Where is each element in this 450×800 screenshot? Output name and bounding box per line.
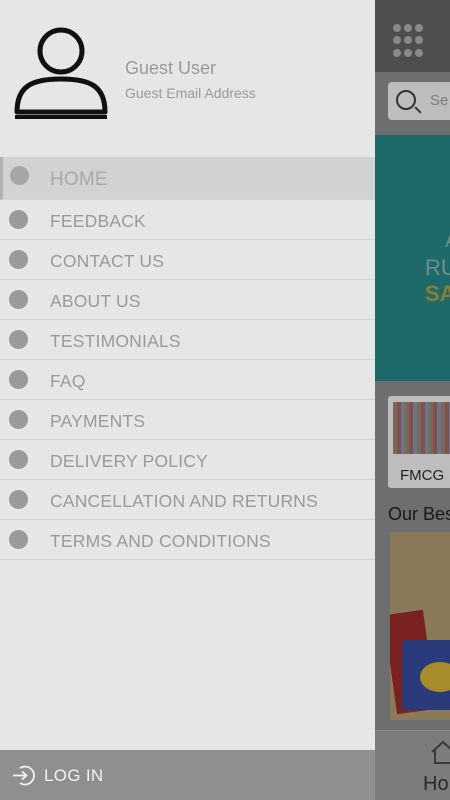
user-email: Guest Email Address [125, 85, 256, 101]
profile-header: Guest User Guest Email Address [0, 0, 375, 155]
menu-bullet-icon [9, 370, 28, 389]
banner-text-line1: RU [425, 255, 450, 280]
banner-top-text: A [445, 230, 450, 253]
login-button[interactable]: LOG IN [0, 750, 375, 800]
menu-item-label: FEEDBACK [50, 211, 146, 231]
product-image[interactable] [390, 532, 450, 720]
navigation-drawer: Guest User Guest Email Address HOME FEED… [0, 0, 375, 800]
login-label: LOG IN [44, 766, 104, 785]
menu-bullet-icon [9, 490, 28, 509]
grid-menu-icon[interactable] [393, 24, 427, 58]
user-name: Guest User [125, 58, 217, 78]
menu-item-label: DELIVERY POLICY [50, 451, 208, 471]
menu-item-label: HOME [50, 169, 108, 190]
bottom-nav-home-label[interactable]: Ho [423, 773, 449, 796]
category-thumbnail [393, 402, 450, 454]
bottom-nav: Ho [375, 730, 450, 800]
search-icon [396, 90, 416, 110]
menu-item-faq[interactable]: FAQ [0, 360, 375, 400]
menu-item-delivery-policy[interactable]: DELIVERY POLICY [0, 440, 375, 480]
menu-item-label: CONTACT US [50, 251, 165, 271]
menu-item-home[interactable]: HOME [0, 157, 375, 200]
banner-text-line2: SAV [425, 281, 450, 306]
menu-item-label: TERMS AND CONDITIONS [50, 531, 271, 551]
menu-bullet-icon [9, 290, 28, 309]
home-icon[interactable] [430, 739, 450, 765]
menu-item-about-us[interactable]: ABOUT US [0, 280, 375, 320]
menu-item-feedback[interactable]: FEEDBACK [0, 200, 375, 240]
menu-item-label: FAQ [50, 371, 86, 391]
menu-item-cancellation-and-returns[interactable]: CANCELLATION AND RETURNS [0, 480, 375, 520]
promo-banner[interactable]: A RU SAV [375, 135, 450, 381]
category-label: FMCG [400, 467, 445, 484]
menu-bullet-icon [9, 210, 28, 229]
menu-item-terms-and-conditions[interactable]: TERMS AND CONDITIONS [0, 520, 375, 560]
search-placeholder: Se [430, 92, 449, 109]
menu-item-label: TESTIMONIALS [50, 331, 181, 351]
menu-bullet-icon [9, 410, 28, 429]
menu-bullet-icon [9, 530, 28, 549]
menu-item-label: CANCELLATION AND RETURNS [50, 491, 318, 511]
menu-item-label: ABOUT US [50, 291, 141, 311]
category-card-fmcg[interactable]: FMCG [388, 396, 450, 488]
avatar-icon [14, 27, 108, 119]
drawer-menu: HOME FEEDBACK CONTACT US ABOUT US TESTIM… [0, 157, 375, 560]
menu-item-testimonials[interactable]: TESTIMONIALS [0, 320, 375, 360]
menu-bullet-icon [10, 166, 29, 185]
login-icon [13, 765, 35, 786]
section-title: Our Bes [388, 504, 450, 524]
menu-item-label: PAYMENTS [50, 411, 146, 431]
search-input[interactable]: Se [388, 82, 450, 120]
menu-bullet-icon [9, 330, 28, 349]
menu-bullet-icon [9, 450, 28, 469]
menu-item-contact-us[interactable]: CONTACT US [0, 240, 375, 280]
menu-bullet-icon [9, 250, 28, 269]
menu-item-payments[interactable]: PAYMENTS [0, 400, 375, 440]
